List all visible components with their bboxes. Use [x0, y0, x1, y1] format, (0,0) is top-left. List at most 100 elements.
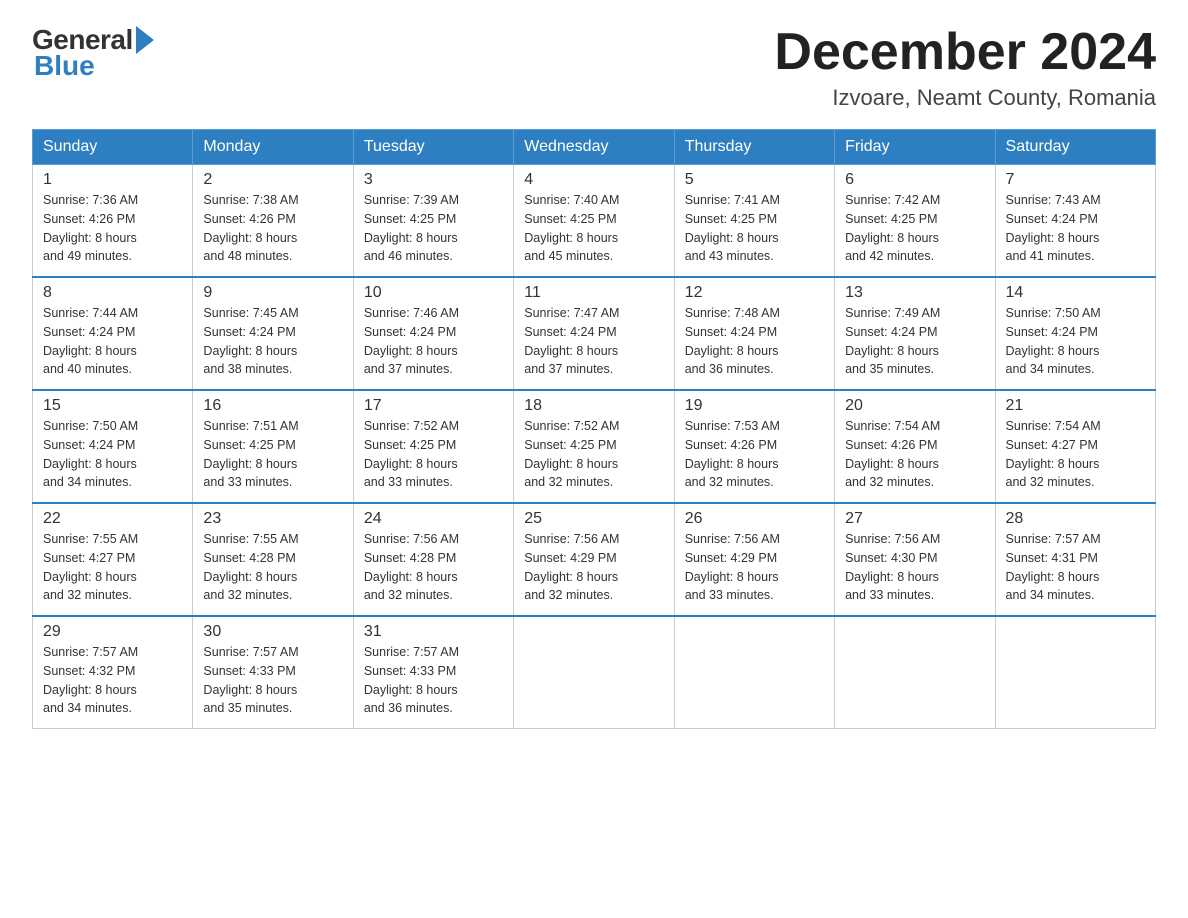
day-number: 18	[524, 397, 663, 415]
day-number: 23	[203, 510, 342, 528]
location-title: Izvoare, Neamt County, Romania	[774, 85, 1156, 111]
day-info: Sunrise: 7:56 AMSunset: 4:29 PMDaylight:…	[524, 530, 663, 605]
title-area: December 2024 Izvoare, Neamt County, Rom…	[774, 24, 1156, 111]
day-info: Sunrise: 7:56 AMSunset: 4:29 PMDaylight:…	[685, 530, 824, 605]
calendar-day-cell: 13 Sunrise: 7:49 AMSunset: 4:24 PMDayligh…	[835, 277, 995, 390]
day-info: Sunrise: 7:55 AMSunset: 4:28 PMDaylight:…	[203, 530, 342, 605]
calendar-day-cell: 5Sunrise: 7:41 AMSunset: 4:25 PMDaylight…	[674, 165, 834, 278]
day-number: 2	[203, 171, 342, 189]
day-number: 8	[43, 284, 182, 302]
day-number: 4	[524, 171, 663, 189]
calendar-day-cell: 14 Sunrise: 7:50 AMSunset: 4:24 PMDayligh…	[995, 277, 1155, 390]
logo-blue-text: Blue	[34, 50, 154, 82]
calendar-day-cell: 4 Sunrise: 7:40 AMSunset: 4:25 PMDaylight…	[514, 165, 674, 278]
day-number: 14	[1006, 284, 1145, 302]
day-info: Sunrise: 7:54 AMSunset: 4:26 PMDaylight:…	[845, 417, 984, 492]
day-info: Sunrise: 7:39 AMSunset: 4:25 PMDaylight:…	[364, 191, 503, 266]
day-info: Sunrise: 7:49 AMSunset: 4:24 PMDaylight:…	[845, 304, 984, 379]
day-info: Sunrise: 7:45 AMSunset: 4:24 PMDaylight:…	[203, 304, 342, 379]
day-number: 30	[203, 623, 342, 641]
day-number: 19	[685, 397, 824, 415]
day-number: 10	[364, 284, 503, 302]
calendar-week-row: 1Sunrise: 7:36 AMSunset: 4:26 PMDaylight…	[33, 165, 1156, 278]
day-number: 21	[1006, 397, 1145, 415]
calendar-day-cell: 23 Sunrise: 7:55 AMSunset: 4:28 PMDayligh…	[193, 503, 353, 616]
calendar-day-cell: 9Sunrise: 7:45 AMSunset: 4:24 PMDaylight…	[193, 277, 353, 390]
calendar-day-cell: 29 Sunrise: 7:57 AMSunset: 4:32 PMDayligh…	[33, 616, 193, 729]
day-number: 6	[845, 171, 984, 189]
day-number: 3	[364, 171, 503, 189]
calendar-day-cell: 26 Sunrise: 7:56 AMSunset: 4:29 PMDayligh…	[674, 503, 834, 616]
day-info: Sunrise: 7:53 AMSunset: 4:26 PMDaylight:…	[685, 417, 824, 492]
day-number: 29	[43, 623, 182, 641]
calendar-week-row: 22Sunrise: 7:55 AMSunset: 4:27 PMDayligh…	[33, 503, 1156, 616]
day-number: 16	[203, 397, 342, 415]
day-info: Sunrise: 7:55 AMSunset: 4:27 PMDaylight:…	[43, 530, 182, 605]
day-info: Sunrise: 7:46 AMSunset: 4:24 PMDaylight:…	[364, 304, 503, 379]
day-info: Sunrise: 7:51 AMSunset: 4:25 PMDaylight:…	[203, 417, 342, 492]
calendar-day-cell	[514, 616, 674, 729]
calendar-week-row: 15 Sunrise: 7:50 AMSunset: 4:24 PMDayligh…	[33, 390, 1156, 503]
weekday-header-monday: Monday	[193, 130, 353, 165]
weekday-header-sunday: Sunday	[33, 130, 193, 165]
day-info: Sunrise: 7:52 AMSunset: 4:25 PMDaylight:…	[524, 417, 663, 492]
day-info: Sunrise: 7:50 AMSunset: 4:24 PMDaylight:…	[43, 417, 182, 492]
calendar-day-cell: 24 Sunrise: 7:56 AMSunset: 4:28 PMDayligh…	[353, 503, 513, 616]
calendar-day-cell: 31Sunrise: 7:57 AMSunset: 4:33 PMDayligh…	[353, 616, 513, 729]
calendar-day-cell: 12Sunrise: 7:48 AMSunset: 4:24 PMDayligh…	[674, 277, 834, 390]
calendar-day-cell: 27Sunrise: 7:56 AMSunset: 4:30 PMDayligh…	[835, 503, 995, 616]
calendar-week-row: 8 Sunrise: 7:44 AMSunset: 4:24 PMDaylight…	[33, 277, 1156, 390]
calendar-day-cell: 21 Sunrise: 7:54 AMSunset: 4:27 PMDayligh…	[995, 390, 1155, 503]
day-info: Sunrise: 7:56 AMSunset: 4:28 PMDaylight:…	[364, 530, 503, 605]
day-info: Sunrise: 7:48 AMSunset: 4:24 PMDaylight:…	[685, 304, 824, 379]
calendar-day-cell: 20 Sunrise: 7:54 AMSunset: 4:26 PMDayligh…	[835, 390, 995, 503]
calendar-day-cell: 30Sunrise: 7:57 AMSunset: 4:33 PMDayligh…	[193, 616, 353, 729]
day-number: 7	[1006, 171, 1145, 189]
calendar-day-cell: 7 Sunrise: 7:43 AMSunset: 4:24 PMDaylight…	[995, 165, 1155, 278]
day-info: Sunrise: 7:38 AMSunset: 4:26 PMDaylight:…	[203, 191, 342, 266]
day-info: Sunrise: 7:57 AMSunset: 4:32 PMDaylight:…	[43, 643, 182, 718]
day-info: Sunrise: 7:57 AMSunset: 4:31 PMDaylight:…	[1006, 530, 1145, 605]
calendar-day-cell: 22Sunrise: 7:55 AMSunset: 4:27 PMDayligh…	[33, 503, 193, 616]
day-info: Sunrise: 7:44 AMSunset: 4:24 PMDaylight:…	[43, 304, 182, 379]
calendar-day-cell	[995, 616, 1155, 729]
day-number: 24	[364, 510, 503, 528]
day-number: 1	[43, 171, 182, 189]
day-info: Sunrise: 7:43 AMSunset: 4:24 PMDaylight:…	[1006, 191, 1145, 266]
day-info: Sunrise: 7:50 AMSunset: 4:24 PMDaylight:…	[1006, 304, 1145, 379]
calendar-day-cell	[835, 616, 995, 729]
calendar-day-cell: 17 Sunrise: 7:52 AMSunset: 4:25 PMDayligh…	[353, 390, 513, 503]
calendar-day-cell: 28 Sunrise: 7:57 AMSunset: 4:31 PMDayligh…	[995, 503, 1155, 616]
page-header: General Blue December 2024 Izvoare, Neam…	[32, 24, 1156, 111]
weekday-header-row: SundayMondayTuesdayWednesdayThursdayFrid…	[33, 130, 1156, 165]
day-info: Sunrise: 7:47 AMSunset: 4:24 PMDaylight:…	[524, 304, 663, 379]
calendar-day-cell: 3 Sunrise: 7:39 AMSunset: 4:25 PMDaylight…	[353, 165, 513, 278]
month-title: December 2024	[774, 24, 1156, 81]
day-number: 13	[845, 284, 984, 302]
calendar-day-cell: 1Sunrise: 7:36 AMSunset: 4:26 PMDaylight…	[33, 165, 193, 278]
weekday-header-saturday: Saturday	[995, 130, 1155, 165]
day-info: Sunrise: 7:54 AMSunset: 4:27 PMDaylight:…	[1006, 417, 1145, 492]
calendar-week-row: 29 Sunrise: 7:57 AMSunset: 4:32 PMDayligh…	[33, 616, 1156, 729]
calendar-day-cell: 10 Sunrise: 7:46 AMSunset: 4:24 PMDayligh…	[353, 277, 513, 390]
day-info: Sunrise: 7:56 AMSunset: 4:30 PMDaylight:…	[845, 530, 984, 605]
calendar-table: SundayMondayTuesdayWednesdayThursdayFrid…	[32, 129, 1156, 729]
calendar-day-cell: 19 Sunrise: 7:53 AMSunset: 4:26 PMDayligh…	[674, 390, 834, 503]
calendar-day-cell: 25 Sunrise: 7:56 AMSunset: 4:29 PMDayligh…	[514, 503, 674, 616]
day-info: Sunrise: 7:40 AMSunset: 4:25 PMDaylight:…	[524, 191, 663, 266]
logo: General Blue	[32, 24, 154, 82]
day-info: Sunrise: 7:42 AMSunset: 4:25 PMDaylight:…	[845, 191, 984, 266]
day-number: 15	[43, 397, 182, 415]
day-number: 28	[1006, 510, 1145, 528]
calendar-day-cell: 6 Sunrise: 7:42 AMSunset: 4:25 PMDaylight…	[835, 165, 995, 278]
day-info: Sunrise: 7:52 AMSunset: 4:25 PMDaylight:…	[364, 417, 503, 492]
calendar-day-cell: 15 Sunrise: 7:50 AMSunset: 4:24 PMDayligh…	[33, 390, 193, 503]
day-number: 17	[364, 397, 503, 415]
day-number: 26	[685, 510, 824, 528]
day-number: 20	[845, 397, 984, 415]
weekday-header-tuesday: Tuesday	[353, 130, 513, 165]
day-number: 5	[685, 171, 824, 189]
calendar-day-cell: 2 Sunrise: 7:38 AMSunset: 4:26 PMDaylight…	[193, 165, 353, 278]
day-number: 25	[524, 510, 663, 528]
day-info: Sunrise: 7:57 AMSunset: 4:33 PMDaylight:…	[364, 643, 503, 718]
